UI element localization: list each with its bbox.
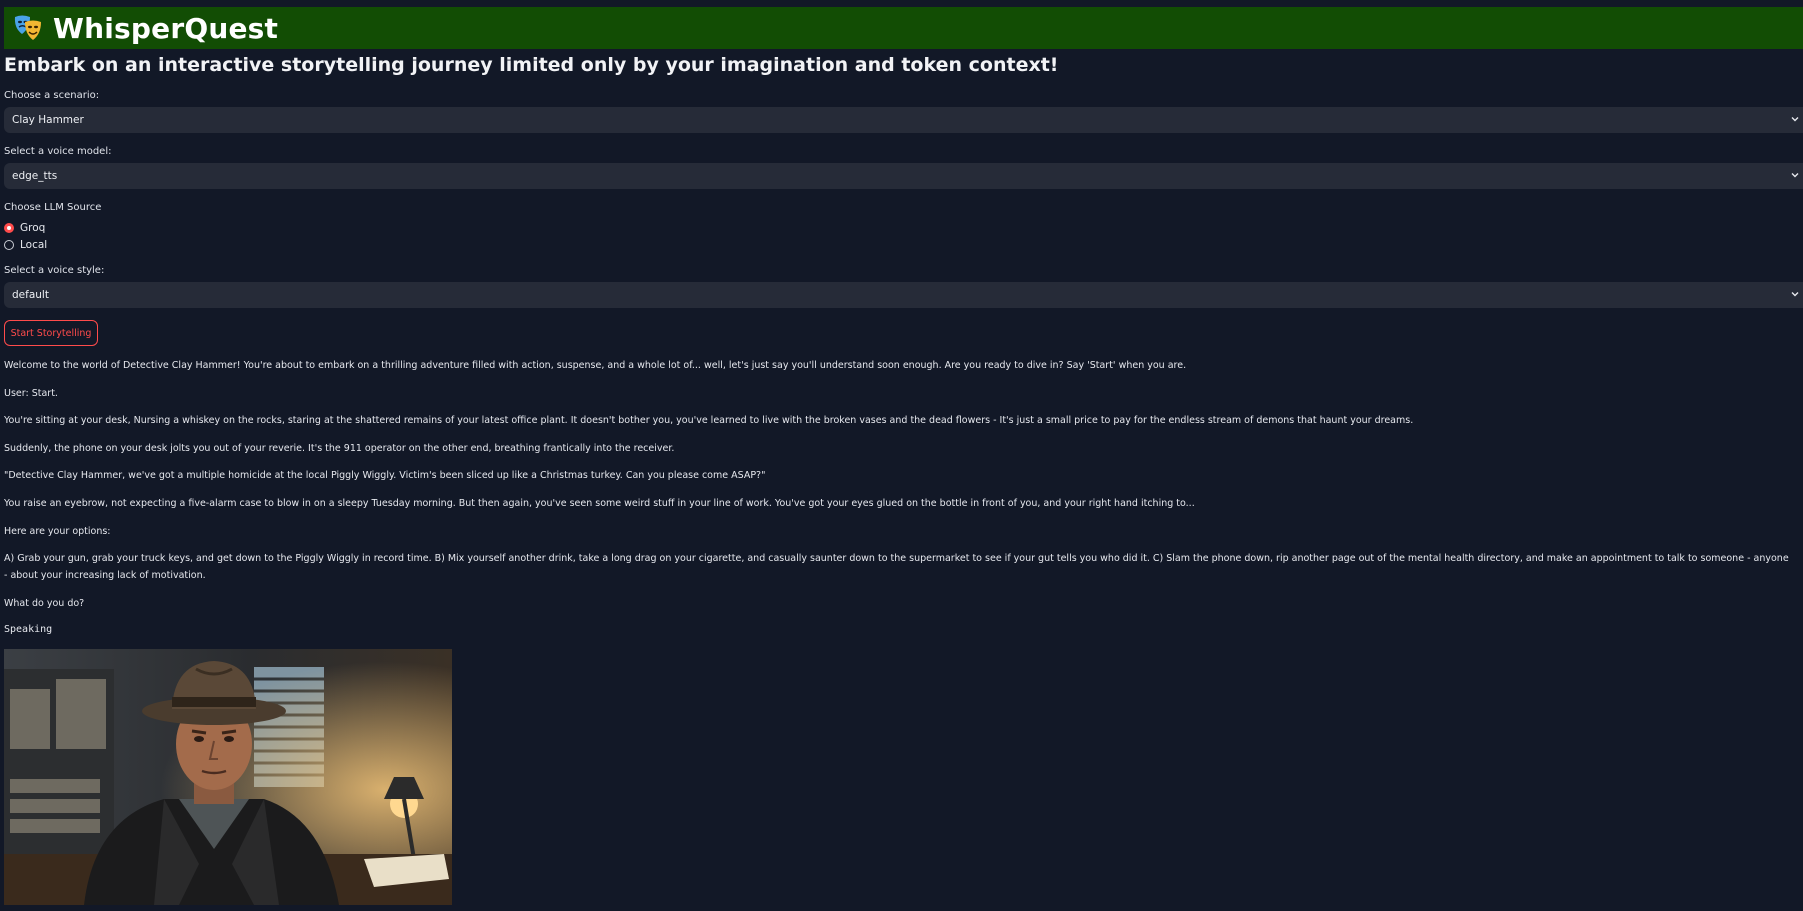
story-paragraph: You raise an eyebrow, not expecting a fi… [4, 498, 1195, 509]
story-paragraph: Welcome to the world of Detective Clay H… [4, 360, 1187, 371]
story-paragraph: "Detective Clay Hammer, we've got a mult… [4, 470, 766, 481]
start-storytelling-button[interactable]: Start Storytelling [4, 320, 98, 346]
story-paragraph: A) Grab your gun, grab your truck keys, … [4, 553, 1789, 581]
scenario-value: Clay Hammer [12, 114, 84, 126]
app-page: WhisperQuest Embark on an interactive st… [0, 0, 1803, 911]
chevron-down-icon [1791, 117, 1799, 122]
radio-label-local: Local [20, 239, 48, 251]
story-paragraph: User: Start. [4, 388, 58, 399]
speaking-status: Speaking [4, 624, 53, 635]
voice-style-select[interactable]: default [4, 282, 1803, 308]
llm-source-label: Choose LLM Source [4, 202, 102, 213]
app-title: WhisperQuest [53, 11, 279, 45]
chevron-down-icon [1791, 173, 1799, 178]
story-paragraph: What do you do? [4, 598, 85, 609]
voice-model-label: Select a voice model: [4, 146, 112, 157]
radio-selected-icon[interactable] [4, 223, 14, 233]
voice-model-value: edge_tts [12, 170, 58, 182]
story-paragraph: You're sitting at your desk, Nursing a w… [4, 415, 1414, 426]
theater-masks-icon [11, 11, 45, 45]
voice-model-select[interactable]: edge_tts [4, 163, 1803, 189]
story-paragraph: Here are your options: [4, 526, 111, 537]
scenario-portrait-image [4, 649, 452, 905]
chevron-down-icon [1791, 292, 1799, 297]
page-subtitle: Embark on an interactive storytelling jo… [4, 54, 1059, 76]
radio-option-groq[interactable]: Groq [4, 222, 45, 234]
radio-label-groq: Groq [20, 222, 46, 234]
radio-unselected-icon[interactable] [4, 240, 14, 250]
voice-style-value: default [12, 289, 49, 301]
header-banner: WhisperQuest [4, 7, 1803, 49]
voice-style-label: Select a voice style: [4, 265, 105, 276]
story-paragraph: Suddenly, the phone on your desk jolts y… [4, 443, 675, 454]
scenario-label: Choose a scenario: [4, 90, 100, 101]
radio-option-local[interactable]: Local [4, 239, 47, 251]
scenario-select[interactable]: Clay Hammer [4, 107, 1803, 133]
